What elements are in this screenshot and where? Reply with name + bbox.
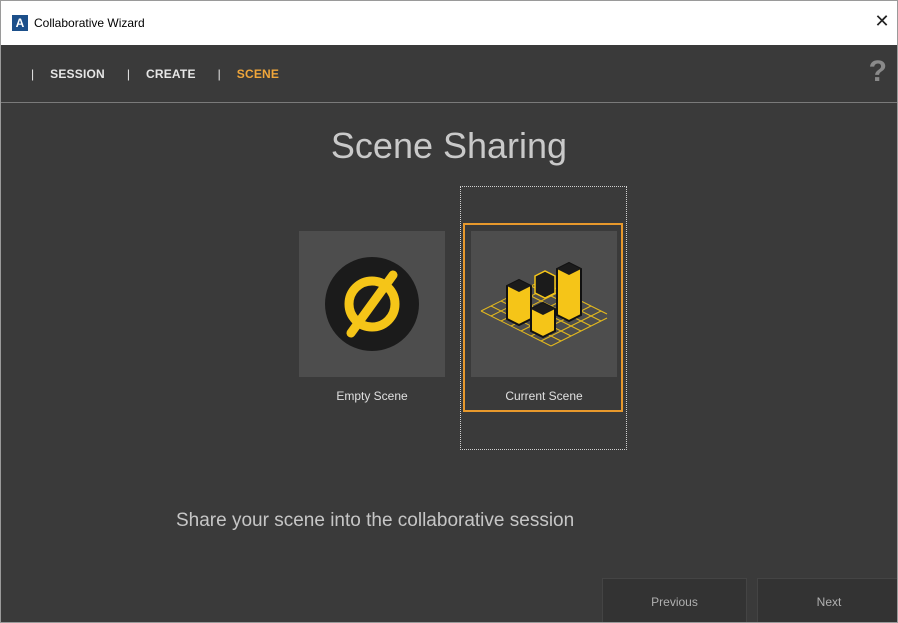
scene-blocks-icon [480,261,608,347]
collaborative-wizard-window: A Collaborative Wizard ✕ | SESSION | CRE… [0,0,898,623]
wizard-nav-bar: | SESSION | CREATE | SCENE ? [1,45,897,103]
empty-scene-label: Empty Scene [336,389,408,403]
next-button[interactable]: Next [757,578,897,622]
title-bar: A Collaborative Wizard ✕ [1,1,897,45]
scene-sharing-description: Share your scene into the collaborative … [176,510,575,531]
help-icon[interactable]: ? [869,55,887,89]
option-empty-scene[interactable]: Empty Scene [299,231,445,417]
empty-scene-thumbnail[interactable] [299,231,445,377]
page-title: Scene Sharing [330,125,568,166]
empty-set-icon [325,257,419,351]
nav-step-create[interactable]: CREATE [146,67,196,81]
nav-separator: | [217,67,221,81]
nav-separator: | [31,67,35,81]
nav-step-session[interactable]: SESSION [50,67,105,81]
nav-separator: | [126,67,130,81]
app-icon: A [12,15,28,31]
wizard-steps: | SESSION | CREATE | SCENE [31,67,301,81]
option-current-scene[interactable]: Current Scene [463,223,623,417]
close-button[interactable]: ✕ [869,9,895,35]
current-scene-label: Current Scene [505,389,583,403]
previous-button[interactable]: Previous [602,578,747,622]
window-title: Collaborative Wizard [34,16,145,30]
nav-step-scene[interactable]: SCENE [237,67,279,81]
current-scene-thumbnail[interactable] [471,231,617,377]
